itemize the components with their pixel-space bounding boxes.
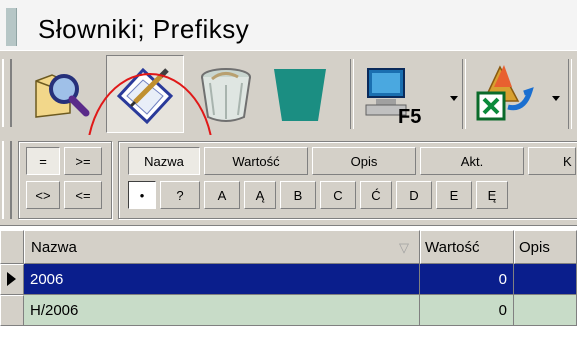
letter-filter-e[interactable]: E — [436, 181, 472, 209]
excel-export-button[interactable] — [466, 55, 542, 131]
letter-filter-b[interactable]: B — [280, 181, 316, 209]
magnifier-folder-icon — [35, 74, 90, 118]
cell-wartosc[interactable]: 0 — [420, 295, 514, 326]
letter-filter-e-ogonek[interactable]: Ę — [476, 181, 508, 209]
column-filter-k[interactable]: K — [528, 147, 576, 175]
toolbar: F5 — [0, 50, 577, 243]
window-title-bar: Słowniki; Prefiksy — [0, 0, 577, 50]
letter-filter-other[interactable]: ? — [160, 181, 200, 209]
column-header-opis[interactable]: Opis — [514, 230, 577, 264]
column-header-label: Nazwa — [31, 239, 77, 256]
toolbar-separator — [568, 59, 572, 129]
row-indicator — [0, 295, 24, 326]
current-row-arrow-icon — [7, 272, 16, 286]
column-filter-wartosc[interactable]: Wartość — [204, 147, 308, 175]
operator-less-equal[interactable]: <= — [64, 181, 102, 209]
column-filter-nazwa[interactable]: Nazwa — [128, 147, 200, 175]
row-indicator — [0, 264, 24, 295]
toolbar-separator — [350, 59, 354, 129]
filter-panel: = >= <> <= Nazwa Wartość Opis Akt. K • ?… — [0, 135, 577, 226]
letter-filter-d[interactable]: D — [396, 181, 432, 209]
operator-not-equal[interactable]: <> — [26, 181, 60, 209]
column-filter-akt[interactable]: Akt. — [420, 147, 524, 175]
window-title: Słowniki; Prefiksy — [38, 14, 250, 44]
column-header-nazwa[interactable]: Nazwa ▽ — [24, 230, 420, 264]
excel-arrow-icon — [476, 65, 534, 121]
operator-equal[interactable]: = — [26, 147, 60, 175]
title-accent — [6, 8, 17, 46]
svg-text:F5: F5 — [398, 106, 421, 125]
excel-dropdown-arrow[interactable] — [552, 96, 560, 101]
operator-greater-equal[interactable]: >= — [64, 147, 102, 175]
cell-opis[interactable] — [514, 295, 577, 326]
bucket-icon — [274, 69, 326, 121]
row-indicator-header — [0, 230, 24, 264]
letter-filter-a-ogonek[interactable]: Ą — [244, 181, 276, 209]
letter-filter-a[interactable]: A — [204, 181, 240, 209]
filter-handle[interactable] — [2, 141, 12, 219]
refresh-dropdown-arrow[interactable] — [450, 96, 458, 101]
column-filter-opis[interactable]: Opis — [312, 147, 416, 175]
monitor-f5-icon: F5 — [365, 68, 421, 125]
column-header-wartosc[interactable]: Wartość — [420, 230, 514, 264]
toolbar-handle[interactable] — [2, 59, 12, 127]
refresh-button[interactable]: F5 — [356, 55, 432, 131]
letter-filter-all[interactable]: • — [128, 181, 156, 209]
search-records-button[interactable] — [24, 55, 100, 131]
cell-nazwa[interactable]: H/2006 — [24, 295, 420, 326]
export-button[interactable] — [262, 55, 338, 131]
data-grid: Nazwa ▽ Wartość Opis 2006 0 H/2006 0 — [0, 226, 577, 340]
cell-wartosc[interactable]: 0 — [420, 264, 514, 295]
letter-filter-c-acute[interactable]: Ć — [360, 181, 392, 209]
letter-filter-c[interactable]: C — [320, 181, 356, 209]
cell-opis[interactable] — [514, 264, 577, 295]
cell-nazwa[interactable]: 2006 — [24, 264, 420, 295]
sort-triangle-icon: ▽ — [399, 240, 409, 255]
